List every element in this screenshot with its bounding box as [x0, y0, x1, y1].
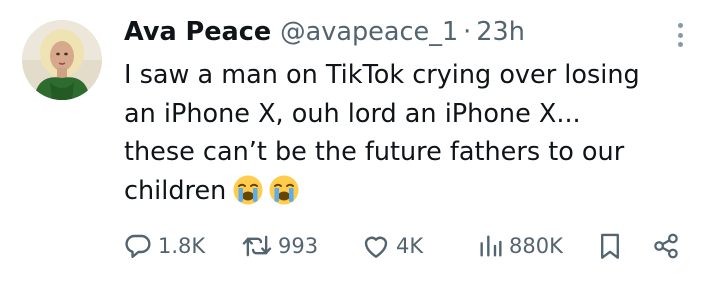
tweet-actions: 1.8K 993 4K 880K [0, 228, 720, 264]
tweet-text: I saw a man on TikTok crying over losing… [124, 56, 694, 217]
tweet-text-line: I saw a man on TikTok crying over losing [124, 60, 640, 90]
share-icon [654, 233, 678, 259]
reply-icon [125, 234, 151, 258]
views-button[interactable]: 880K [477, 228, 563, 264]
bookmark-icon [601, 233, 619, 259]
tweet-text-line-last: children [124, 172, 694, 218]
tweet-text-line: these can’t be the future fathers to our [124, 137, 625, 167]
retweet-button[interactable]: 993 [240, 228, 318, 264]
tweet-text-line: an iPhone X, ouh lord an iPhone X... [124, 98, 581, 129]
reply-button[interactable]: 1.8K [122, 228, 205, 264]
separator-dot: · [463, 17, 472, 47]
tweet-text-last-word: children [124, 175, 227, 206]
loudly-crying-face-icon [232, 174, 264, 218]
timestamp[interactable]: 23h [476, 15, 525, 49]
views-icon [480, 235, 502, 257]
tweet-header: Ava Peace @avapeace_1 · 23h [124, 15, 525, 49]
retweet-icon [242, 235, 272, 257]
loudly-crying-face-icon [268, 174, 300, 218]
avatar[interactable] [22, 20, 102, 100]
retweet-count: 993 [278, 234, 319, 258]
tweet: Ava Peace @avapeace_1 · 23h I saw a man … [0, 0, 720, 285]
more-vertical-icon[interactable] [670, 20, 690, 50]
avatar-image [22, 20, 102, 100]
views-count: 880K [509, 234, 563, 258]
heart-icon [364, 236, 388, 258]
like-button[interactable]: 4K [360, 228, 423, 264]
share-button[interactable] [651, 228, 681, 264]
bookmark-button[interactable] [597, 228, 623, 264]
like-count: 4K [396, 234, 424, 258]
display-name[interactable]: Ava Peace [124, 15, 271, 49]
user-handle[interactable]: @avapeace_1 [280, 15, 458, 49]
reply-count: 1.8K [158, 234, 206, 258]
